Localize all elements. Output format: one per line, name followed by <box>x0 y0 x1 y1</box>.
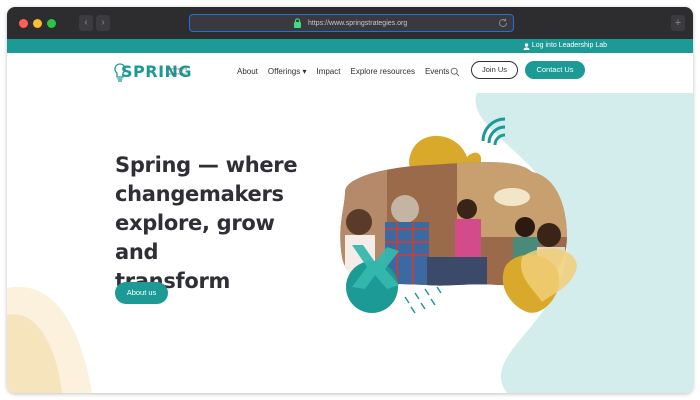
login-link[interactable]: Log into Leadership Lab <box>523 41 607 51</box>
site-logo[interactable]: SPRING the leap of leadership <box>113 59 193 87</box>
hero-illustration <box>340 117 577 314</box>
browser-chrome: ‹ › https://www.springstrategies.org + <box>7 7 693 39</box>
new-tab-button[interactable]: + <box>671 15 685 31</box>
browser-window: ‹ › https://www.springstrategies.org + L… <box>7 7 693 393</box>
plus-icon: + <box>674 17 682 29</box>
minimize-window-button[interactable] <box>33 19 42 28</box>
lock-icon <box>294 18 301 28</box>
signal-arcs-icon <box>481 117 506 146</box>
headline-line: Spring — where <box>115 153 298 177</box>
nav-item-about[interactable]: About <box>237 66 258 78</box>
main-nav: About Offerings ▾ Impact Explore resourc… <box>237 66 459 78</box>
maximize-window-button[interactable] <box>47 19 56 28</box>
headline-line: explore, grow and <box>115 211 275 264</box>
close-window-button[interactable] <box>19 19 28 28</box>
back-button[interactable]: ‹ <box>79 15 93 31</box>
login-label: Log into Leadership Lab <box>531 42 607 49</box>
chevron-left-icon: ‹ <box>84 17 88 28</box>
nav-item-impact[interactable]: Impact <box>316 66 340 78</box>
join-us-button[interactable]: Join Us <box>471 61 518 79</box>
logo-tagline: the leap of leadership <box>168 66 187 76</box>
user-icon <box>523 42 530 50</box>
nav-item-explore-resources[interactable]: Explore resources <box>350 66 414 78</box>
reload-icon[interactable] <box>497 17 509 29</box>
nav-item-events[interactable]: Events <box>425 66 449 78</box>
hero-headline: Spring — where changemakers explore, gro… <box>115 151 315 296</box>
chevron-right-icon: › <box>101 17 105 28</box>
address-bar[interactable]: https://www.springstrategies.org <box>189 14 514 32</box>
contact-us-button[interactable]: Contact Us <box>525 61 585 79</box>
site-header: SPRING the leap of leadership About Offe… <box>7 53 693 93</box>
search-icon[interactable] <box>450 67 460 77</box>
forward-button[interactable]: › <box>96 15 110 31</box>
teal-dashes <box>404 286 442 314</box>
nav-item-offerings[interactable]: Offerings ▾ <box>268 66 307 78</box>
utility-bar: Log into Leadership Lab <box>7 39 693 53</box>
hero-section: Spring — where changemakers explore, gro… <box>7 93 693 393</box>
about-us-button[interactable]: About us <box>115 282 168 304</box>
url-text: https://www.springstrategies.org <box>308 20 408 27</box>
headline-line: changemakers <box>115 182 284 206</box>
